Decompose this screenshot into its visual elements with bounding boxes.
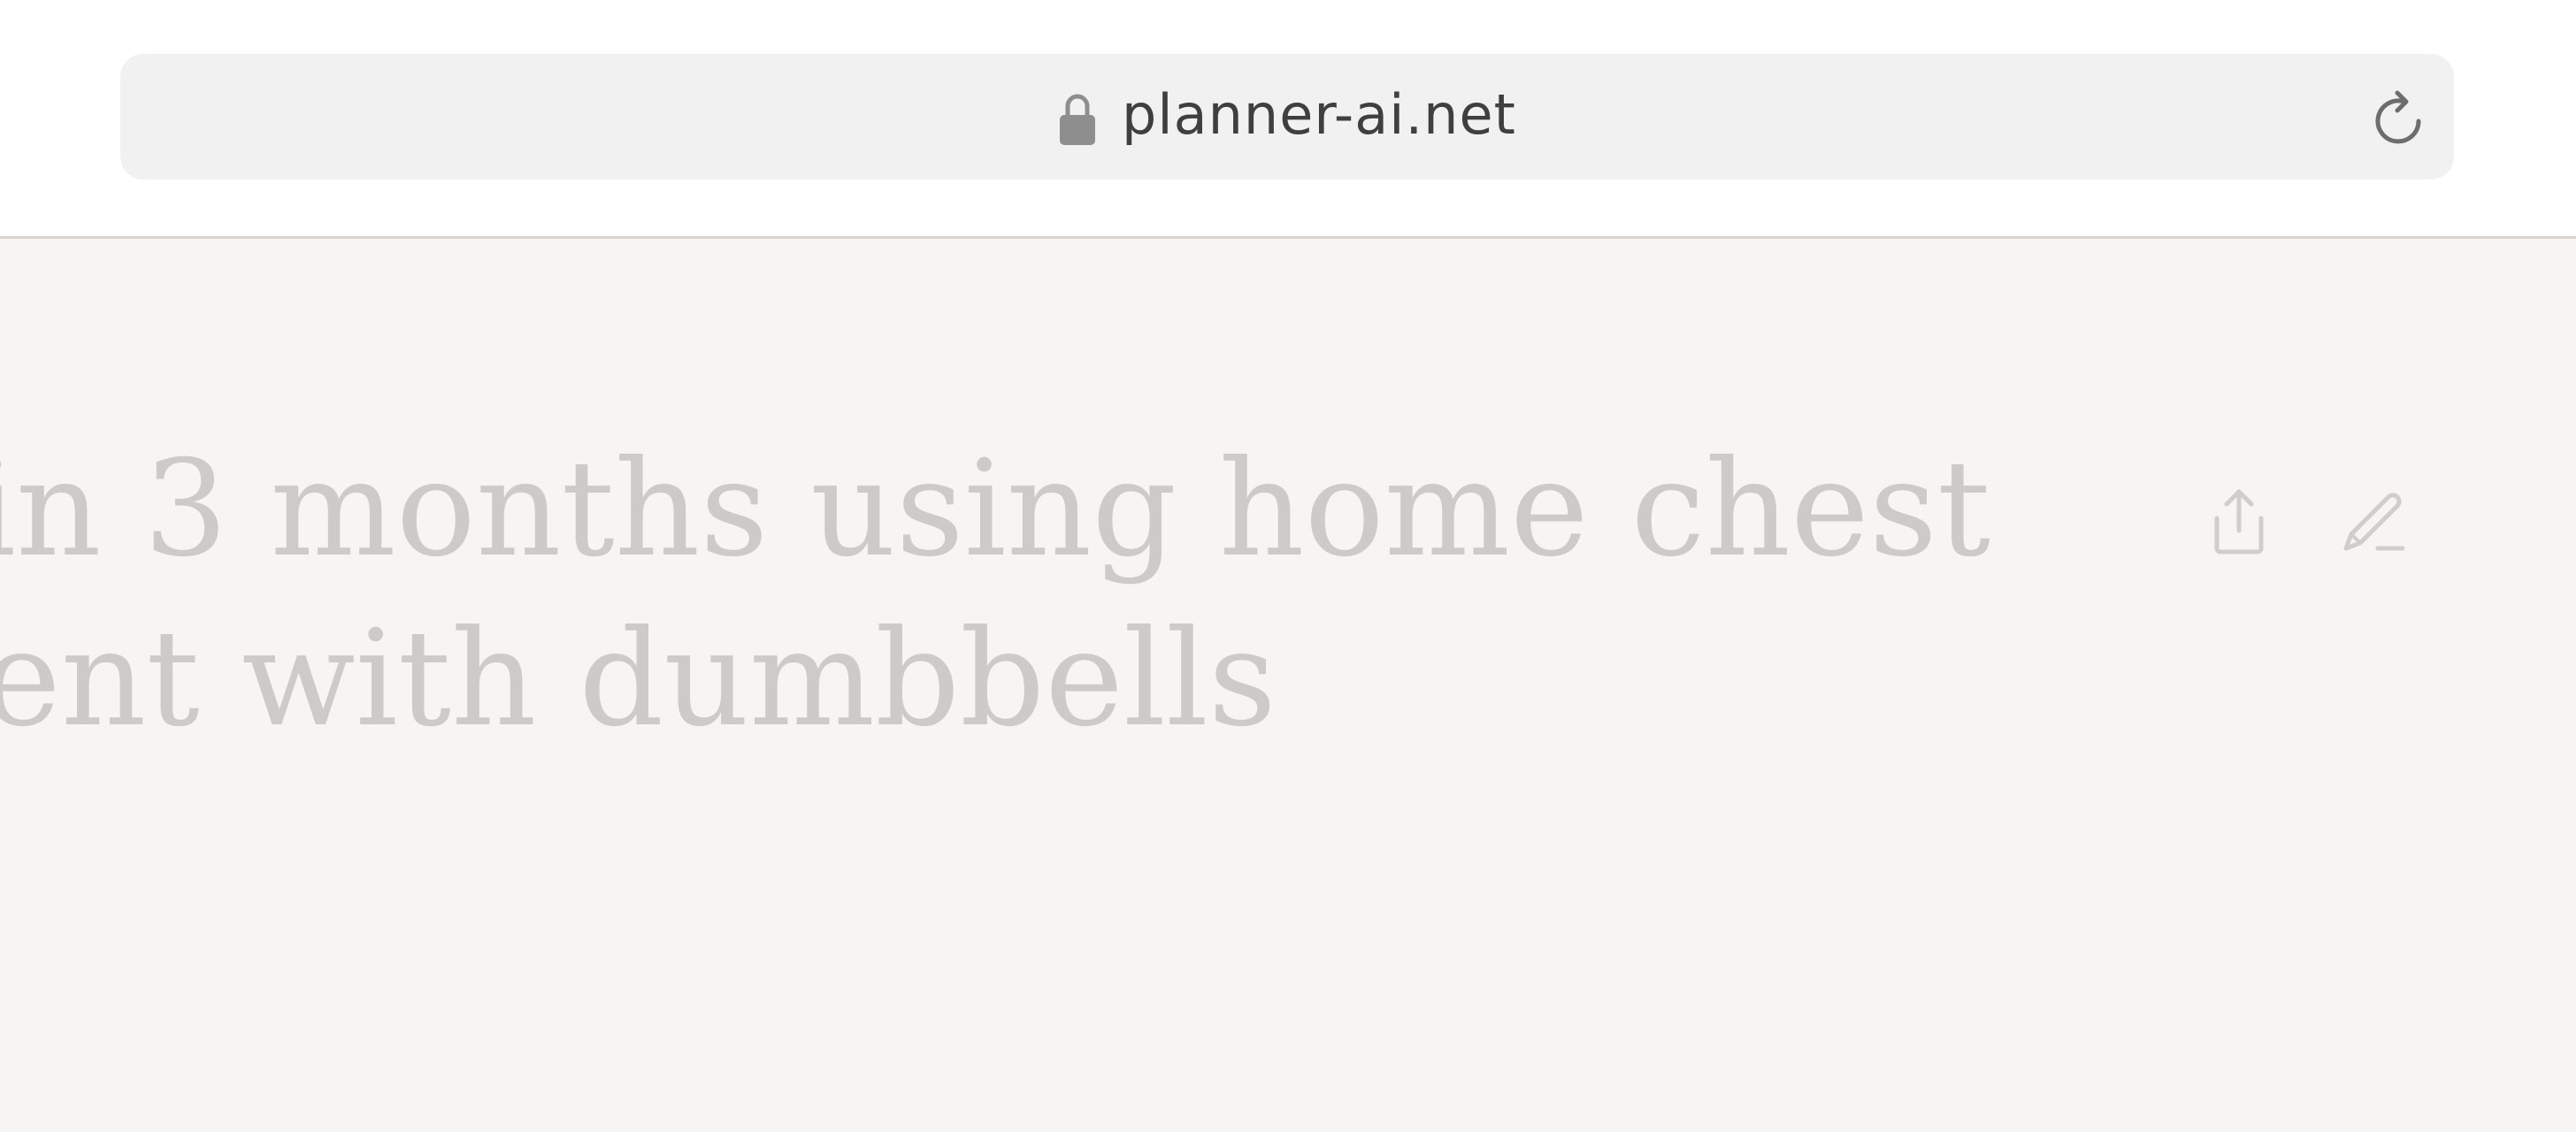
edit-icon[interactable] — [2339, 485, 2408, 555]
page-title: in 3 months using home chest ent with du… — [0, 424, 1991, 764]
address-bar[interactable]: planner-ai.net — [120, 54, 2454, 180]
share-icon[interactable] — [2208, 486, 2270, 557]
lock-icon — [1060, 94, 1096, 145]
title-line-1: in 3 months using home chest — [0, 432, 1991, 586]
browser-chrome: planner-ai.net — [0, 0, 2576, 239]
url-text[interactable]: planner-ai.net — [1122, 88, 1516, 146]
title-line-2: ent with dumbbells — [0, 602, 1276, 756]
page-content: in 3 months using home chest ent with du… — [0, 239, 2576, 1132]
reload-icon[interactable] — [2373, 89, 2427, 148]
url-group: planner-ai.net — [120, 54, 2454, 180]
